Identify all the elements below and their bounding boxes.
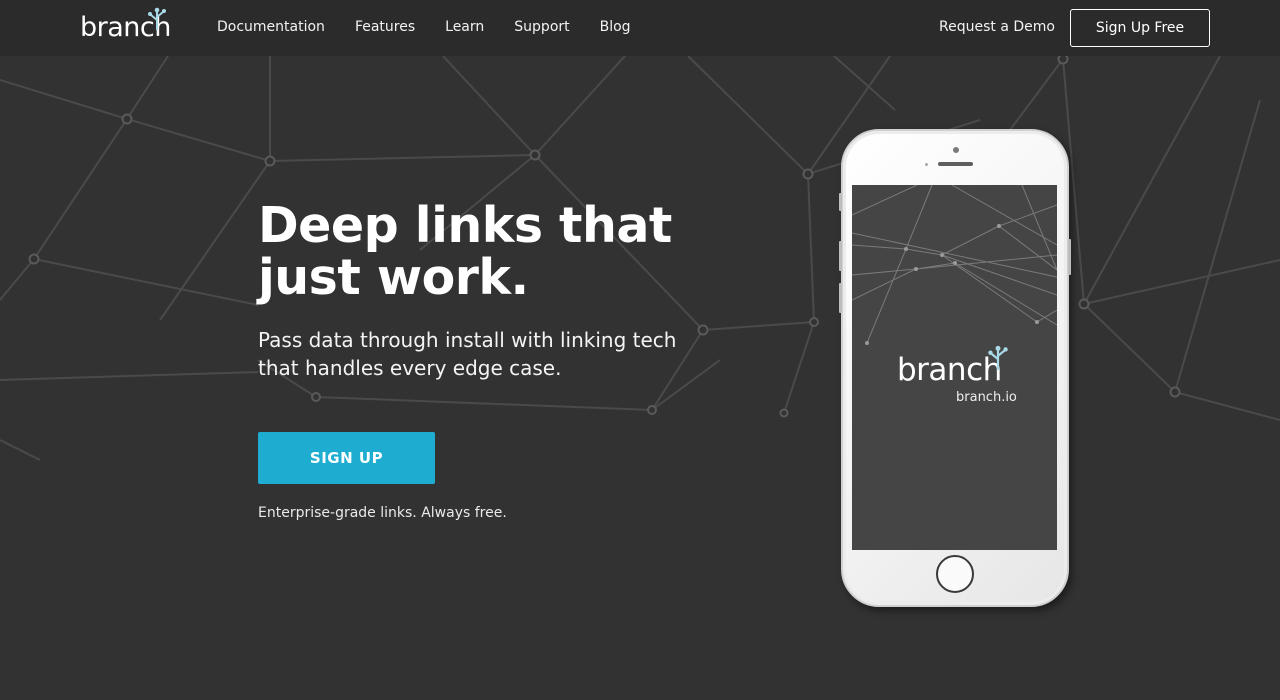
nav-documentation[interactable]: Documentation [217, 18, 325, 36]
nav-support[interactable]: Support [514, 18, 569, 36]
phone-camera [953, 147, 959, 153]
cta-note: Enterprise-grade links. Always free. [258, 505, 507, 521]
phone-home-button [936, 555, 974, 593]
request-demo-link[interactable]: Request a Demo [939, 18, 1055, 36]
branch-logo[interactable]: branch [80, 7, 172, 44]
nav-features[interactable]: Features [355, 18, 415, 36]
phone-silent-switch [839, 193, 842, 211]
sign-up-free-button[interactable]: Sign Up Free [1070, 9, 1210, 47]
screen-logo-url: branch.io [956, 390, 1017, 405]
sign-up-button[interactable]: SIGN UP [258, 432, 435, 484]
phone-screen: branch branch.io [852, 185, 1057, 550]
phone-sensor [925, 163, 928, 166]
main-nav: Documentation Features Learn Support Blo… [217, 18, 661, 36]
top-navigation-bar: branch Documentation Features Learn Supp… [0, 0, 1280, 56]
phone-speaker [938, 162, 973, 166]
phone-mockup: branch branch.io [839, 129, 1071, 607]
sprout-icon [988, 345, 1008, 370]
phone-power-button [1068, 239, 1071, 275]
hero-title: Deep links that just work. [258, 197, 672, 306]
hero-subtitle: Pass data through install with linking t… [258, 328, 677, 380]
nav-learn[interactable]: Learn [445, 18, 484, 36]
phone-volume-down [839, 283, 842, 313]
sprout-icon [148, 7, 166, 30]
nav-blog[interactable]: Blog [600, 18, 631, 36]
phone-volume-up [839, 241, 842, 271]
screen-branch-logo: branch branch.io [897, 345, 1017, 407]
